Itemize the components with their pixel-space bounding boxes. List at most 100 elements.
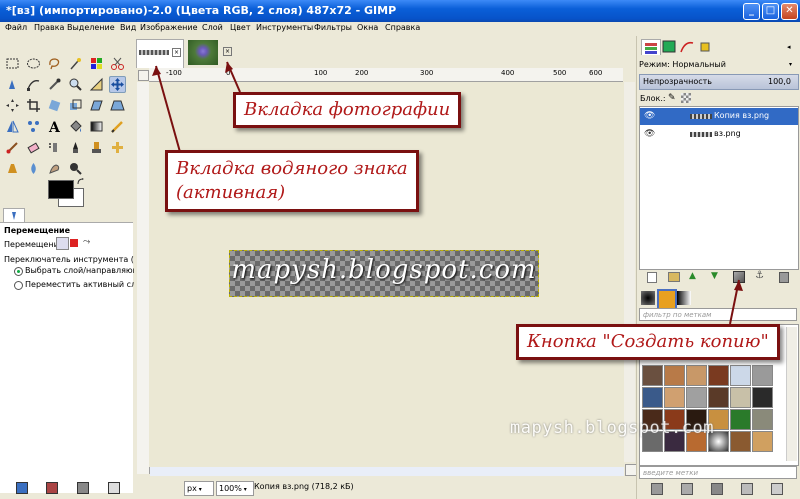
eraser-icon[interactable] [25, 139, 42, 156]
undo-tab-icon[interactable] [697, 39, 713, 54]
layer-row[interactable]: 👁 вз.png [640, 126, 798, 143]
pattern-menu-icon[interactable] [771, 483, 783, 495]
canvas[interactable]: mapysh.blogspot.com [149, 82, 624, 467]
flip-icon[interactable] [4, 118, 21, 135]
anchor-layer-icon[interactable]: ⚓ [755, 270, 764, 281]
pencil-icon[interactable] [109, 118, 126, 135]
perspective-icon[interactable] [109, 97, 126, 114]
eye-icon[interactable]: 👁 [644, 111, 655, 121]
foreground-color-swatch[interactable] [48, 180, 74, 199]
mode-select[interactable]: Режим: Нормальный ▾ [639, 58, 795, 71]
duplicate-layer-button[interactable] [733, 271, 745, 283]
menu-windows[interactable]: Окна [357, 23, 378, 32]
pattern-tile[interactable] [664, 387, 685, 408]
smudge-icon[interactable] [46, 160, 63, 177]
ellipse-select-icon[interactable] [25, 55, 42, 72]
paths-icon[interactable] [25, 76, 42, 93]
lower-layer-icon[interactable]: ▼ [711, 271, 718, 281]
tag-entry-input[interactable]: введите метки [639, 466, 797, 479]
color-picker-icon[interactable] [46, 76, 63, 93]
scale-icon[interactable] [67, 97, 84, 114]
radio-pick-layer[interactable] [14, 267, 23, 276]
horizontal-ruler[interactable]: -100 0 100 200 300 400 500 600 [149, 68, 623, 82]
pattern-tile[interactable] [708, 387, 729, 408]
brushes-tab-icon[interactable] [641, 291, 655, 305]
opacity-slider[interactable]: Непрозрачность 100,0 [639, 74, 799, 90]
pattern-tile[interactable] [752, 387, 773, 408]
layers-tab-icon[interactable] [641, 39, 661, 55]
text-tool-icon[interactable]: A [46, 118, 63, 135]
menu-file[interactable]: Файл [5, 23, 27, 32]
blend-icon[interactable] [88, 118, 105, 135]
vertical-scrollbar[interactable] [624, 82, 635, 462]
heal-icon[interactable] [109, 139, 126, 156]
layer-row[interactable]: 👁 Копия вз.png [640, 108, 798, 125]
paintbrush-icon[interactable] [4, 139, 21, 156]
zoom-icon[interactable] [67, 76, 84, 93]
align-icon[interactable] [4, 97, 21, 114]
patterns-tab-icon[interactable] [657, 289, 677, 310]
raise-layer-icon[interactable]: ▲ [689, 271, 696, 281]
delete-layer-icon[interactable] [779, 272, 789, 283]
watermark-layer[interactable]: mapysh.blogspot.com [229, 250, 539, 297]
crop-icon[interactable] [25, 97, 42, 114]
rect-select-icon[interactable] [4, 55, 21, 72]
lock-pixels-icon[interactable]: ✎ [668, 93, 678, 103]
delete-pattern-icon[interactable] [711, 483, 723, 495]
lasso-icon[interactable] [46, 55, 63, 72]
dodge-burn-icon[interactable] [67, 160, 84, 177]
pattern-tile[interactable] [642, 365, 663, 386]
menu-filters[interactable]: Фильтры [314, 23, 352, 32]
close-button[interactable]: ✕ [781, 3, 798, 20]
swap-colors-icon[interactable] [77, 178, 85, 186]
cage-icon[interactable] [25, 118, 42, 135]
pattern-tile[interactable] [664, 365, 685, 386]
title-bar[interactable]: *[вз] (импортировано)-2.0 (Цвета RGB, 2 … [0, 0, 800, 22]
bucket-fill-icon[interactable] [67, 118, 84, 135]
restore-options-icon[interactable] [46, 482, 58, 494]
ink-icon[interactable] [67, 139, 84, 156]
minimize-button[interactable]: _ [743, 3, 760, 20]
maximize-button[interactable]: □ [762, 3, 779, 20]
move-layer-mode-icon[interactable] [56, 237, 69, 250]
close-tab-icon[interactable]: × [223, 47, 232, 56]
new-layer-icon[interactable] [647, 272, 657, 283]
gradients-tab-icon[interactable] [677, 291, 691, 305]
open-pattern-icon[interactable] [681, 483, 693, 495]
radio-move-active-layer[interactable] [14, 281, 23, 290]
pattern-tile[interactable] [730, 387, 751, 408]
color-select-icon[interactable] [88, 55, 105, 72]
move-path-mode-icon[interactable]: ⤳ [83, 237, 95, 248]
pattern-tile[interactable] [752, 365, 773, 386]
photo-image-tab[interactable]: × [186, 39, 232, 66]
pattern-tile[interactable] [730, 409, 751, 430]
channels-tab-icon[interactable] [661, 39, 677, 54]
pattern-tile[interactable] [752, 431, 773, 452]
perspective-clone-icon[interactable] [4, 160, 21, 177]
lock-alpha-icon[interactable] [681, 93, 691, 103]
shear-icon[interactable] [88, 97, 105, 114]
edit-pattern-icon[interactable] [651, 483, 663, 495]
scissors-icon[interactable] [109, 55, 126, 72]
pattern-tile[interactable] [752, 409, 773, 430]
menu-help[interactable]: Справка [385, 23, 420, 32]
dock-menu-icon[interactable]: ◂ [787, 43, 795, 51]
watermark-image-tab[interactable]: × [136, 39, 184, 68]
tool-options-tab[interactable] [3, 208, 25, 223]
patterns-scrollbar[interactable] [786, 327, 797, 461]
pattern-tile[interactable] [708, 365, 729, 386]
blur-icon[interactable] [25, 160, 42, 177]
clone-icon[interactable] [88, 139, 105, 156]
pattern-tile[interactable] [686, 387, 707, 408]
move-tool-icon[interactable] [109, 76, 126, 93]
rotate-icon[interactable] [46, 97, 63, 114]
move-selection-mode-icon[interactable] [70, 239, 78, 247]
menu-view[interactable]: Вид [120, 23, 136, 32]
fuzzy-select-icon[interactable] [67, 55, 84, 72]
pattern-tile[interactable] [642, 387, 663, 408]
save-options-icon[interactable] [16, 482, 28, 494]
menu-image[interactable]: Изображение [140, 23, 198, 32]
menu-tools[interactable]: Инструменты [256, 23, 313, 32]
foreground-select-icon[interactable] [4, 76, 21, 93]
close-tab-icon[interactable]: × [172, 48, 181, 57]
